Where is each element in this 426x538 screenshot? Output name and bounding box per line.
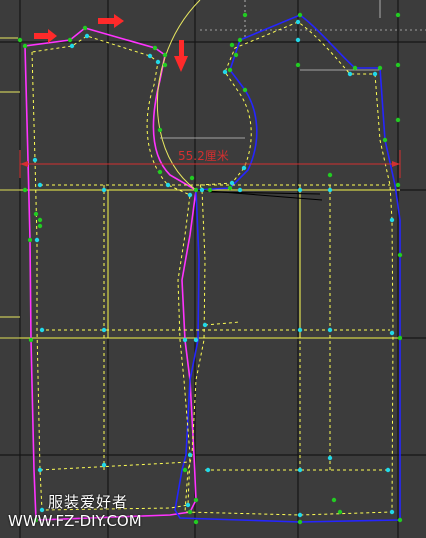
control-point[interactable] xyxy=(297,187,303,193)
control-point[interactable] xyxy=(331,497,337,503)
control-point[interactable] xyxy=(233,52,239,58)
control-point[interactable] xyxy=(22,187,28,193)
control-point[interactable] xyxy=(187,452,193,458)
control-point[interactable] xyxy=(202,322,208,328)
control-point[interactable] xyxy=(37,217,43,223)
control-point[interactable] xyxy=(33,211,39,217)
control-point[interactable] xyxy=(155,59,161,65)
control-point[interactable] xyxy=(34,237,40,243)
control-point[interactable] xyxy=(199,187,205,193)
control-point[interactable] xyxy=(295,19,301,25)
control-point[interactable] xyxy=(297,12,303,18)
control-point[interactable] xyxy=(189,175,195,181)
control-point[interactable] xyxy=(28,337,34,343)
control-point[interactable] xyxy=(397,252,403,258)
control-point[interactable] xyxy=(101,462,107,468)
pattern-canvas[interactable]: 55.2厘米 服装爱好者 WWW.FZ-DIY.COM xyxy=(0,0,426,538)
control-point[interactable] xyxy=(397,335,403,341)
control-point[interactable] xyxy=(69,43,75,49)
pattern-drawing[interactable]: 55.2厘米 xyxy=(0,0,426,538)
control-point[interactable] xyxy=(222,69,228,75)
control-point[interactable] xyxy=(389,330,395,336)
control-point[interactable] xyxy=(101,187,107,193)
control-point[interactable] xyxy=(327,187,333,193)
control-point[interactable] xyxy=(162,62,168,68)
control-point[interactable] xyxy=(227,67,233,73)
control-point[interactable] xyxy=(242,12,248,18)
control-point[interactable] xyxy=(295,62,301,68)
control-point[interactable] xyxy=(395,62,401,68)
control-point[interactable] xyxy=(382,137,388,143)
control-point[interactable] xyxy=(37,467,43,473)
control-point[interactable] xyxy=(297,327,303,333)
control-point[interactable] xyxy=(207,187,213,193)
control-point[interactable] xyxy=(389,217,395,223)
control-point[interactable] xyxy=(297,467,303,473)
control-point[interactable] xyxy=(187,509,193,515)
control-point[interactable] xyxy=(297,519,303,525)
measurement-label: 55.2厘米 xyxy=(178,149,229,163)
control-point[interactable] xyxy=(205,467,211,473)
control-point[interactable] xyxy=(147,53,153,59)
control-point[interactable] xyxy=(227,185,233,191)
control-point[interactable] xyxy=(229,42,235,48)
control-point[interactable] xyxy=(297,512,303,518)
control-point[interactable] xyxy=(229,180,235,186)
control-point[interactable] xyxy=(185,502,191,508)
control-point[interactable] xyxy=(17,37,23,43)
control-point[interactable] xyxy=(39,327,45,333)
watermark-url: WWW.FZ-DIY.COM xyxy=(8,512,142,530)
control-point[interactable] xyxy=(295,37,301,43)
control-point[interactable] xyxy=(152,45,158,51)
control-point[interactable] xyxy=(37,223,43,229)
control-point[interactable] xyxy=(397,517,403,523)
control-point[interactable] xyxy=(165,182,171,188)
control-point[interactable] xyxy=(327,455,333,461)
control-point[interactable] xyxy=(242,87,248,93)
control-point[interactable] xyxy=(237,37,243,43)
control-point[interactable] xyxy=(395,12,401,18)
control-point[interactable] xyxy=(327,327,333,333)
control-point[interactable] xyxy=(193,519,199,525)
control-point[interactable] xyxy=(377,65,383,71)
control-point[interactable] xyxy=(237,187,243,193)
control-point[interactable] xyxy=(395,182,401,188)
control-point[interactable] xyxy=(337,509,343,515)
control-point[interactable] xyxy=(193,337,199,343)
canvas-background xyxy=(0,0,426,538)
control-point[interactable] xyxy=(187,192,193,198)
control-point[interactable] xyxy=(372,71,378,77)
control-point[interactable] xyxy=(27,237,33,243)
control-point[interactable] xyxy=(67,37,73,43)
control-point[interactable] xyxy=(37,182,43,188)
control-point[interactable] xyxy=(395,117,401,123)
control-point[interactable] xyxy=(162,52,168,58)
control-point[interactable] xyxy=(193,187,199,193)
control-point[interactable] xyxy=(389,509,395,515)
control-point[interactable] xyxy=(385,467,391,473)
control-point[interactable] xyxy=(182,337,188,343)
control-point[interactable] xyxy=(157,169,163,175)
control-point[interactable] xyxy=(347,71,353,77)
control-point[interactable] xyxy=(101,327,107,333)
watermark-title: 服装爱好者 xyxy=(48,493,129,511)
control-point[interactable] xyxy=(193,497,199,503)
control-point[interactable] xyxy=(82,25,88,31)
control-point[interactable] xyxy=(22,43,28,49)
control-point[interactable] xyxy=(352,65,358,71)
control-point[interactable] xyxy=(32,157,38,163)
control-point[interactable] xyxy=(182,467,188,473)
control-point[interactable] xyxy=(157,127,163,133)
control-point[interactable] xyxy=(241,165,247,171)
control-point[interactable] xyxy=(84,33,90,39)
control-point[interactable] xyxy=(327,172,333,178)
